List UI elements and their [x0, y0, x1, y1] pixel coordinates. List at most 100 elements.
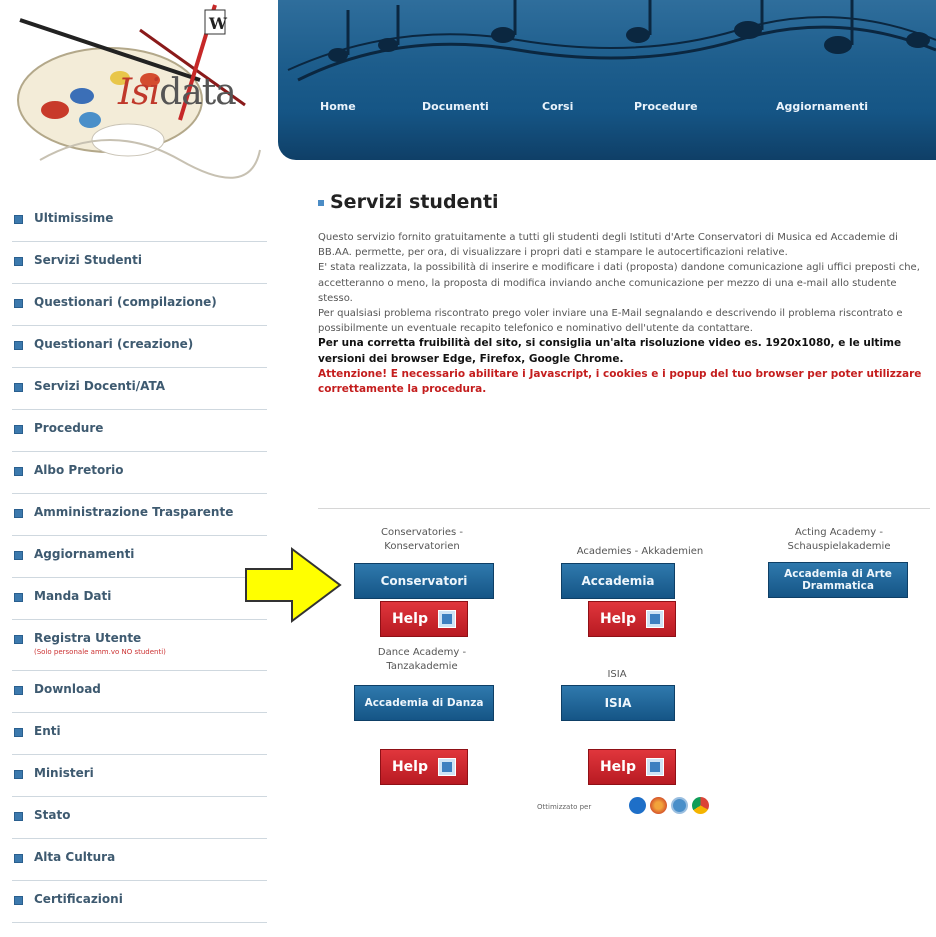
caption-conservatori: Conservatories - Konservatorien: [380, 527, 464, 552]
bullet-icon: [14, 686, 23, 695]
help-icon: [646, 610, 665, 628]
bullet-icon: [14, 383, 23, 392]
sidebar-item-registra-utente[interactable]: Registra Utente (Solo personale amm.vo NO…: [12, 620, 267, 671]
sidebar-item-label: Stato: [34, 808, 71, 822]
sidebar-item-ultimissime[interactable]: Ultimissime: [12, 200, 267, 242]
nav-corsi[interactable]: Corsi: [542, 100, 573, 113]
bullet-icon: [14, 812, 23, 821]
sidebar-item-label: Ministeri: [34, 766, 94, 780]
sidebar-item-questionari-creazione[interactable]: Questionari (creazione): [12, 326, 267, 368]
firefox-icon: [650, 797, 667, 814]
description: Questo servizio fornito gratuitamente a …: [318, 230, 930, 397]
chrome-icon: [692, 797, 709, 814]
edge-icon: [629, 797, 646, 814]
arte-drammatica-button[interactable]: Accademia di Arte Drammatica: [768, 562, 908, 598]
sidebar-menu: Ultimissime Servizi Studenti Questionari…: [0, 200, 270, 923]
danza-button[interactable]: Accademia di Danza: [354, 685, 494, 721]
sidebar-item-label: Certificazioni: [34, 892, 123, 906]
isia-button[interactable]: ISIA: [561, 685, 675, 721]
nav-procedure[interactable]: Procedure: [634, 100, 698, 113]
sidebar-item-enti[interactable]: Enti: [12, 713, 267, 755]
help-label: Help: [391, 611, 429, 627]
sidebar-item-certificazioni[interactable]: Certificazioni: [12, 881, 267, 923]
help-label: Help: [599, 611, 637, 627]
bullet-icon: [14, 551, 23, 560]
help-danza-button[interactable]: Help: [380, 749, 468, 785]
sidebar-item-stato[interactable]: Stato: [12, 797, 267, 839]
resolution-note: Per una corretta fruibilità del sito, si…: [318, 337, 902, 365]
sidebar-item-label: Servizi Docenti/ATA: [34, 379, 166, 393]
sidebar-item-download[interactable]: Download: [12, 671, 267, 713]
bullet-icon: [14, 341, 23, 350]
paragraph-contatti: Per qualsiasi problema riscontrato prego…: [318, 308, 903, 335]
help-conservatori-button[interactable]: Help: [380, 601, 468, 637]
sidebar-item-label: Alta Cultura: [34, 850, 116, 864]
sidebar-item-ministeri[interactable]: Ministeri: [12, 755, 267, 797]
sidebar-item-amministrazione-trasparente[interactable]: Amministrazione Trasparente: [12, 494, 267, 536]
paragraph-intro: Questo servizio fornito gratuitamente a …: [318, 232, 898, 259]
page-title: Servizi studenti: [330, 191, 499, 213]
header-banner: Home Documenti Corsi Procedure Aggiornam…: [278, 0, 936, 160]
site-logo[interactable]: W Isidata: [0, 0, 278, 180]
help-icon: [438, 758, 457, 776]
sidebar-item-alta-cultura[interactable]: Alta Cultura: [12, 839, 267, 881]
sidebar-item-label: Manda Dati: [34, 589, 112, 603]
title-bullet-icon: [318, 200, 324, 206]
sidebar-item-albo-pretorio[interactable]: Albo Pretorio: [12, 452, 267, 494]
sidebar-note: (Solo personale amm.vo NO studenti): [34, 648, 166, 656]
accademia-button[interactable]: Accademia: [561, 563, 675, 599]
caption-isia: ISIA: [607, 669, 627, 680]
bullet-icon: [14, 509, 23, 518]
sidebar-item-label: Albo Pretorio: [34, 463, 124, 477]
sidebar-item-manda-dati[interactable]: Manda Dati: [12, 578, 267, 620]
browser-icon: [671, 797, 688, 814]
sidebar-item-servizi-studenti[interactable]: Servizi Studenti: [12, 242, 267, 284]
bullet-icon: [14, 215, 23, 224]
yellow-arrow-icon: [245, 547, 342, 623]
music-notes-decoration: [287, 0, 936, 82]
logo-text-colored: Isi: [118, 72, 160, 113]
sidebar-item-label: Servizi Studenti: [34, 253, 142, 267]
bullet-icon: [14, 425, 23, 434]
help-accademia-button[interactable]: Help: [588, 601, 676, 637]
divider: [318, 508, 930, 509]
caption-arte-drammatica: Acting Academy - Schauspielakademie: [787, 527, 891, 552]
svg-text:W: W: [208, 14, 228, 33]
warning-text: Attenzione! E necessario abilitare i Jav…: [318, 367, 922, 396]
sidebar-item-label: Aggiornamenti: [34, 547, 135, 561]
bullet-icon: [14, 770, 23, 779]
bullet-icon: [14, 728, 23, 737]
sidebar-item-label: Amministrazione Trasparente: [34, 505, 234, 519]
paragraph-proposta: E' stata realizzata, la possibilità di i…: [318, 262, 920, 304]
optimized-for-text: Ottimizzato per: [537, 803, 592, 811]
sidebar-item-label: Download: [34, 682, 101, 696]
caption-danza: Dance Academy - Tanzakademie: [377, 647, 467, 672]
nav-aggiornamenti[interactable]: Aggiornamenti: [776, 100, 868, 113]
logo-text: Isidata: [118, 72, 268, 113]
sidebar-item-label: Enti: [34, 724, 61, 738]
sidebar-item-label: Questionari (creazione): [34, 337, 194, 351]
bullet-icon: [14, 635, 23, 644]
bullet-icon: [14, 467, 23, 476]
sidebar-item-label: Ultimissime: [34, 211, 114, 225]
sidebar-item-procedure[interactable]: Procedure: [12, 410, 267, 452]
sidebar-item-servizi-docenti[interactable]: Servizi Docenti/ATA: [12, 368, 267, 410]
conservatori-button[interactable]: Conservatori: [354, 563, 494, 599]
main-nav: Home Documenti Corsi Procedure Aggiornam…: [278, 100, 936, 124]
sidebar-item-aggiornamenti[interactable]: Aggiornamenti: [12, 536, 267, 578]
caption-accademia: Academies - Akkademien: [576, 546, 704, 557]
help-isia-button[interactable]: Help: [588, 749, 676, 785]
help-icon: [438, 610, 457, 628]
bullet-icon: [14, 896, 23, 905]
bullet-icon: [14, 299, 23, 308]
sidebar-item-label: Questionari (compilazione): [34, 295, 217, 309]
bullet-icon: [14, 593, 23, 602]
sidebar-item-questionari-compilazione[interactable]: Questionari (compilazione): [12, 284, 267, 326]
bullet-icon: [14, 854, 23, 863]
sidebar-item-label: Registra Utente: [34, 631, 142, 645]
help-label: Help: [391, 759, 429, 775]
help-icon: [646, 758, 665, 776]
nav-home[interactable]: Home: [320, 100, 356, 113]
help-label: Help: [599, 759, 637, 775]
nav-documenti[interactable]: Documenti: [422, 100, 489, 113]
